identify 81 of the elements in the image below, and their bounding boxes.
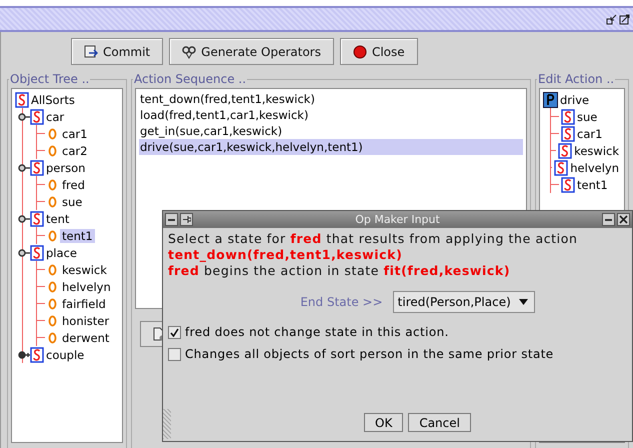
resize-grip[interactable] [163, 409, 171, 439]
object-icon [48, 178, 57, 190]
object-icon [48, 128, 57, 140]
sort-icon [558, 142, 572, 158]
sort-icon [15, 92, 29, 108]
expander-handle-icon[interactable] [18, 248, 30, 258]
action-item[interactable]: tent_down(fred,tent1,keswick) [139, 91, 523, 107]
checkbox-label: Changes all objects of sort person in the same prior state [185, 347, 554, 361]
predicate-icon [543, 92, 558, 108]
object-icon [48, 314, 57, 326]
tree-node[interactable]: fred [60, 178, 87, 192]
panel-title: Edit Action .. [537, 72, 616, 86]
sort-icon [561, 176, 575, 192]
tree-node[interactable]: sue [60, 194, 84, 208]
tree-node[interactable]: tent1 [60, 228, 95, 242]
object-icon [48, 264, 57, 276]
maximize-icon[interactable] [619, 14, 630, 24]
expander-handle-icon[interactable] [18, 162, 30, 172]
checkbox-label: fred does not change state in this action. [185, 325, 449, 339]
action-tree-node[interactable]: keswick [572, 144, 621, 158]
expander-handle-icon[interactable] [18, 350, 30, 360]
sort-icon [30, 210, 44, 226]
action-item[interactable]: drive(sue,car1,keswick,helvelyn,tent1) [139, 139, 523, 155]
object-icon [48, 196, 57, 208]
tree-node[interactable]: couple [44, 348, 86, 362]
sort-icon [30, 108, 44, 124]
sort-icon [554, 160, 568, 176]
object-icon [48, 298, 57, 310]
object-icon [48, 280, 57, 292]
expander-handle-icon[interactable] [18, 112, 30, 122]
message-text: Select a state for fred that results from applying the action tent_down(fred,tent1,keswick) fred begins the action in state fit(fred,keswick) [168, 231, 579, 279]
action-tree-node[interactable]: sue [575, 110, 600, 124]
sort-icon [30, 244, 44, 260]
toolbar-button[interactable]: Generate Operators [169, 38, 334, 65]
tree-node[interactable]: person [44, 160, 88, 174]
object-icon [48, 144, 57, 156]
object-icon [48, 332, 57, 344]
close-icon[interactable] [617, 213, 630, 226]
panel-title: Action Sequence .. [133, 72, 248, 86]
toolbar-button[interactable]: Close [340, 38, 418, 65]
sort-icon [561, 108, 575, 124]
action-tree-node[interactable]: car1 [575, 126, 604, 140]
tree-node[interactable]: car1 [60, 126, 90, 140]
sort-icon [30, 346, 44, 362]
dialog-title: Op Maker Input [354, 213, 441, 226]
action-item[interactable]: load(fred,tent1,car1,keswick) [139, 107, 523, 123]
action-tree-node[interactable]: drive [558, 92, 592, 106]
dialog-button[interactable]: OK [364, 413, 404, 432]
tree-node[interactable]: place [44, 246, 79, 260]
end-state-label: End State >> [300, 295, 383, 309]
tree-node[interactable]: tent [44, 212, 72, 226]
tree-node[interactable]: honister [60, 314, 112, 328]
tree-node[interactable]: AllSorts [29, 92, 77, 106]
sort-icon [561, 126, 575, 142]
minimize-icon[interactable] [602, 213, 615, 226]
action-item[interactable]: get_in(sue,car1,keswick) [139, 123, 523, 139]
expander-handle-icon[interactable] [18, 214, 30, 224]
tree-node[interactable]: fairfield [60, 296, 108, 310]
dropdown-arrow-icon [518, 299, 528, 305]
action-tree-node[interactable]: tent1 [575, 178, 610, 192]
tree-node[interactable]: car [44, 110, 66, 124]
checkbox-option[interactable]: fred does not change state in this action. [168, 321, 627, 343]
tree-node[interactable]: helvelyn [60, 280, 113, 294]
toolbar-button[interactable]: Commit [71, 38, 164, 65]
pin-icon[interactable] [180, 213, 193, 226]
checkbox[interactable] [168, 348, 181, 360]
stop-icon [352, 44, 367, 58]
checkbox-option[interactable]: Changes all objects of sort person in the same prior state [168, 343, 627, 365]
action-tree-node[interactable]: helvelyn [568, 160, 621, 174]
minimize-icon[interactable] [165, 213, 178, 226]
panel-title: Object Tree .. [9, 72, 90, 86]
end-state-dropdown[interactable]: tired(Person,Place) [392, 291, 535, 313]
tree-node[interactable]: derwent [60, 330, 112, 344]
document-gear-icon [153, 327, 165, 341]
dialog-button[interactable]: Cancel [408, 413, 471, 432]
sort-icon [30, 160, 44, 176]
restore-icon[interactable] [606, 14, 617, 24]
checkbox[interactable] [168, 326, 181, 338]
object-icon [48, 230, 57, 242]
tree-node[interactable]: car2 [60, 144, 90, 158]
tree-node[interactable]: keswick [60, 262, 109, 276]
